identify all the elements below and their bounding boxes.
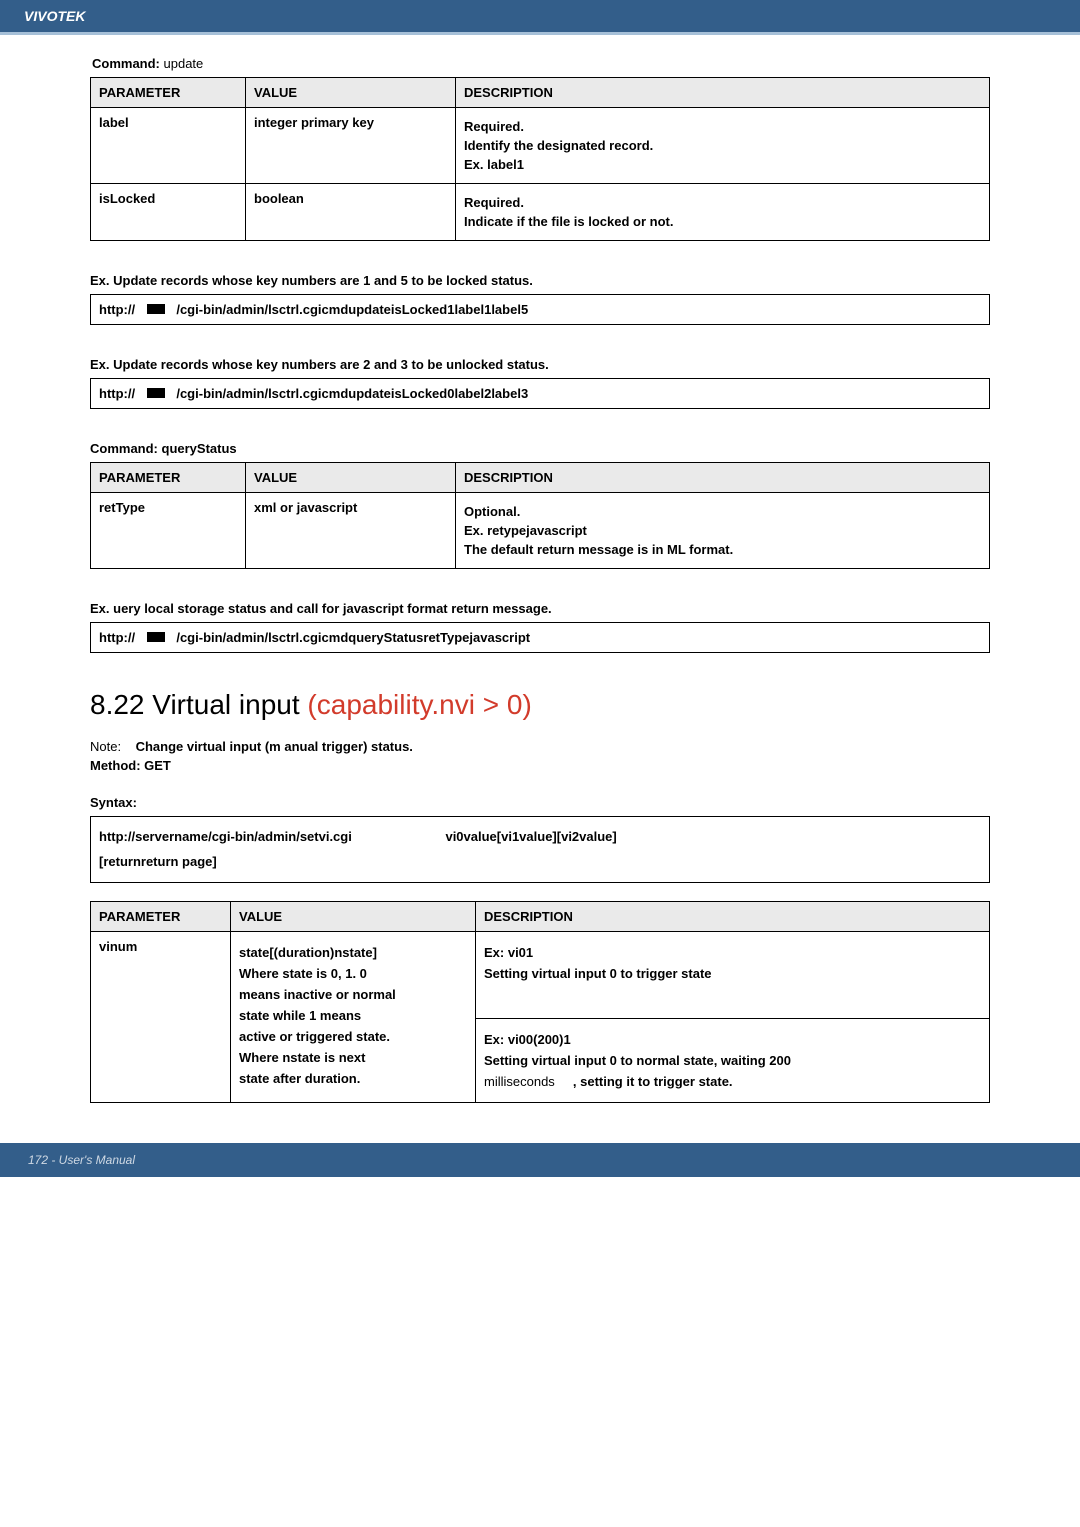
url-path: /cgi-bin/admin/lsctrl.cgicmdupdateisLock… xyxy=(176,386,528,401)
example-url-box: http:// /cgi-bin/admin/lsctrl.cgicmdupda… xyxy=(90,294,990,325)
col-value: VALUE xyxy=(231,902,476,932)
desc-line: Indicate if the file is locked or not. xyxy=(464,214,981,229)
value-cell: integer primary key xyxy=(246,108,456,184)
desc-line: Setting virtual input 0 to normal state,… xyxy=(484,1053,981,1068)
page-footer: 172 - User's Manual xyxy=(0,1143,1080,1177)
redacted-host-icon xyxy=(147,388,165,398)
desc-line: The default return message is in ML form… xyxy=(464,542,981,557)
value-cell: boolean xyxy=(246,184,456,241)
url-prefix: http:// xyxy=(99,630,135,645)
syntax-label: Syntax: xyxy=(90,795,990,810)
desc-line: Ex. label1 xyxy=(464,157,981,172)
table-header-row: PARAMETER VALUE DESCRIPTION xyxy=(91,902,990,932)
command-query-title: Command: queryStatus xyxy=(90,441,990,456)
example-url-box: http:// /cgi-bin/admin/lsctrl.cgicmdupda… xyxy=(90,378,990,409)
section-number: 8.22 Virtual input xyxy=(90,689,300,720)
desc-cell: Required. Identify the designated record… xyxy=(456,108,990,184)
command-prefix: Command: xyxy=(92,56,160,71)
col-value: VALUE xyxy=(246,78,456,108)
command-update-title: Command: update xyxy=(90,53,990,77)
brand-text: VIVOTEK xyxy=(24,8,85,24)
syntax-left: http://servername/cgi-bin/admin/setvi.cg… xyxy=(99,829,352,844)
table-row: label integer primary key Required. Iden… xyxy=(91,108,990,184)
example-label: Ex. Update records whose key numbers are… xyxy=(90,273,990,288)
query-param-table: PARAMETER VALUE DESCRIPTION retType xml … xyxy=(90,462,990,569)
note-text: Change virtual input (m anual trigger) s… xyxy=(136,739,413,754)
method-line: Method: GET xyxy=(90,758,990,773)
desc-line: Required. xyxy=(464,119,981,134)
col-description: DESCRIPTION xyxy=(476,902,990,932)
desc-line: Ex: vi01 xyxy=(484,945,981,960)
value-line: active or triggered state. xyxy=(239,1029,467,1044)
value-line: means inactive or normal xyxy=(239,987,467,1002)
brand-header: VIVOTEK xyxy=(0,0,1080,35)
param-cell: vinum xyxy=(91,932,231,1103)
url-prefix: http:// xyxy=(99,302,135,317)
desc-cell: Optional. Ex. retypejavascript The defau… xyxy=(456,493,990,569)
url-prefix: http:// xyxy=(99,386,135,401)
col-description: DESCRIPTION xyxy=(456,78,990,108)
section-heading: 8.22 Virtual input (capability.nvi > 0) xyxy=(90,689,990,721)
value-line: state after duration. xyxy=(239,1071,467,1086)
url-path: /cgi-bin/admin/lsctrl.cgicmdqueryStatusr… xyxy=(176,630,530,645)
update-param-table: PARAMETER VALUE DESCRIPTION label intege… xyxy=(90,77,990,241)
section-condition: (capability.nvi > 0) xyxy=(307,689,531,720)
col-description: DESCRIPTION xyxy=(456,463,990,493)
value-cell: state[(duration)nstate] Where state is 0… xyxy=(231,932,476,1103)
footer-text: 172 - User's Manual xyxy=(28,1153,135,1167)
example-label: Ex. Update records whose key numbers are… xyxy=(90,357,990,372)
vinum-param-table: PARAMETER VALUE DESCRIPTION vinum state[… xyxy=(90,901,990,1103)
note-line: Note: Change virtual input (m anual trig… xyxy=(90,739,990,754)
col-value: VALUE xyxy=(246,463,456,493)
desc-line: Ex. retypejavascript xyxy=(464,523,981,538)
note-prefix: Note: xyxy=(90,739,121,754)
table-header-row: PARAMETER VALUE DESCRIPTION xyxy=(91,78,990,108)
desc-line: Setting virtual input 0 to trigger state xyxy=(484,966,981,981)
example-url-box: http:// /cgi-bin/admin/lsctrl.cgicmdquer… xyxy=(90,622,990,653)
desc-line: milliseconds , setting it to trigger sta… xyxy=(484,1074,981,1089)
param-cell: isLocked xyxy=(91,184,246,241)
redacted-host-icon xyxy=(147,304,165,314)
desc-span: milliseconds xyxy=(484,1074,555,1089)
value-cell: xml or javascript xyxy=(246,493,456,569)
table-row: retType xml or javascript Optional. Ex. … xyxy=(91,493,990,569)
desc-line: Required. xyxy=(464,195,981,210)
col-parameter: PARAMETER xyxy=(91,463,246,493)
value-line: Where nstate is next xyxy=(239,1050,467,1065)
command-value: update xyxy=(164,56,204,71)
desc-span: , setting it to trigger state. xyxy=(573,1074,733,1089)
method-text: Method: GET xyxy=(90,758,171,773)
col-parameter: PARAMETER xyxy=(91,902,231,932)
desc-line: Identify the designated record. xyxy=(464,138,981,153)
col-parameter: PARAMETER xyxy=(91,78,246,108)
desc-line: Optional. xyxy=(464,504,981,519)
url-path: /cgi-bin/admin/lsctrl.cgicmdupdateisLock… xyxy=(176,302,528,317)
syntax-box: http://servername/cgi-bin/admin/setvi.cg… xyxy=(90,816,990,883)
value-line: state while 1 means xyxy=(239,1008,467,1023)
syntax-line2: [returnreturn page] xyxy=(99,854,217,869)
param-cell: retType xyxy=(91,493,246,569)
syntax-right: vi0value[vi1value][vi2value] xyxy=(445,825,616,850)
example-label: Ex. uery local storage status and call f… xyxy=(90,601,990,616)
table-header-row: PARAMETER VALUE DESCRIPTION xyxy=(91,463,990,493)
value-line: Where state is 0, 1. 0 xyxy=(239,966,467,981)
page-content: Command: update PARAMETER VALUE DESCRIPT… xyxy=(0,35,1080,1103)
redacted-host-icon xyxy=(147,632,165,642)
table-row: isLocked boolean Required. Indicate if t… xyxy=(91,184,990,241)
desc-cell: Ex: vi01 Setting virtual input 0 to trig… xyxy=(476,932,990,1103)
param-cell: label xyxy=(91,108,246,184)
value-line: state[(duration)nstate] xyxy=(239,945,467,960)
desc-line: Ex: vi00(200)1 xyxy=(484,1032,981,1047)
desc-cell: Required. Indicate if the file is locked… xyxy=(456,184,990,241)
table-row: vinum state[(duration)nstate] Where stat… xyxy=(91,932,990,1103)
